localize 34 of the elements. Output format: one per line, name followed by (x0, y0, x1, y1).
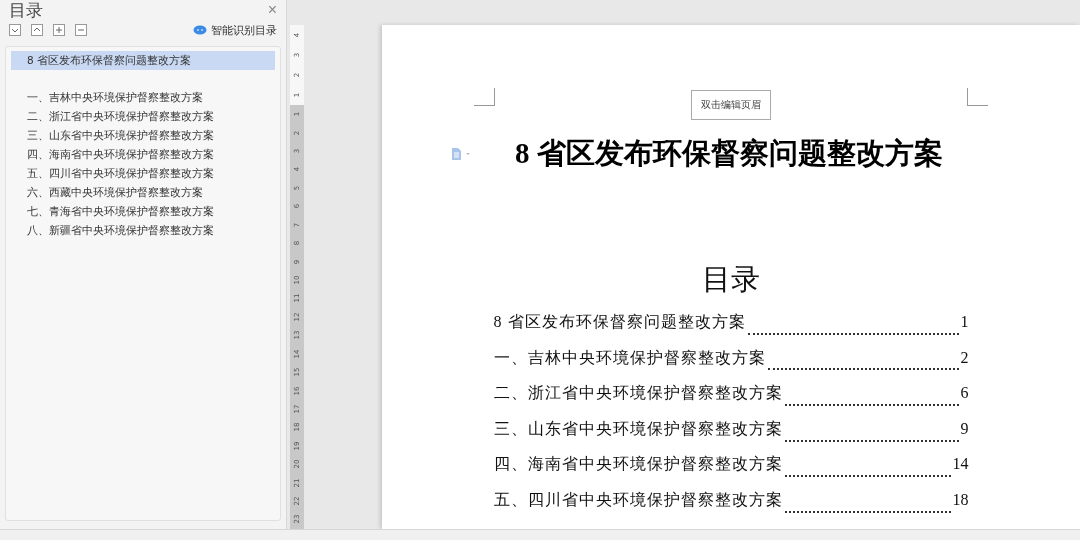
toc-entry: 三、山东省中央环境保护督察整改方案 (493, 418, 783, 439)
margin-corner-mark (474, 88, 495, 106)
smart-toc-button[interactable]: 智能识别目录 (193, 22, 277, 38)
page-number: 6 (960, 384, 969, 403)
edit-header-button[interactable]: 双击编辑页眉 (691, 90, 771, 120)
toc-entry: 一、吉林中央环境保护督察整改方案 (493, 347, 766, 368)
toc-entry: 四、海南省中央环境保护督察整改方案 (493, 454, 783, 475)
outline-item[interactable]: 三、山东省中央环境保护督察整改方案 (11, 126, 275, 145)
toc-heading: 目录 (702, 262, 760, 297)
document-icon[interactable] (451, 148, 471, 160)
panel-title: 目录 (9, 0, 43, 22)
outline-item[interactable]: 五、四川省中央环境保护督察整改方案 (11, 164, 275, 183)
page-number: 1 (960, 313, 969, 331)
outline-item[interactable]: 二、浙江省中央环境保护督察整改方案 (11, 107, 275, 126)
outline-item[interactable]: 六、西藏中央环境保护督察整改方案 (11, 183, 275, 202)
page-number: 2 (960, 348, 969, 367)
document-title: 8 省区发布环保督察问题整改方案 (515, 136, 943, 171)
minus-icon[interactable] (75, 24, 87, 36)
outline-item[interactable]: 一、吉林中央环境保护督察整改方案 (11, 88, 275, 107)
toc-entry: 二、浙江省中央环境保护督察整改方案 (493, 383, 783, 404)
outline-item[interactable]: 七、青海省中央环境保护督察整改方案 (11, 202, 275, 221)
toc-entry: 8 省区发布环保督察问题整改方案 (493, 312, 746, 332)
outline-item[interactable]: 八、新疆省中央环境保护督察整改方案 (11, 221, 275, 240)
page-number: 14 (952, 455, 969, 474)
outline-item[interactable]: 四、海南省中央环境保护督察整改方案 (11, 145, 275, 164)
plus-icon[interactable] (53, 24, 65, 36)
cloud-icon (193, 25, 207, 35)
toc-entry: 五、四川省中央环境保护督察整改方案 (493, 489, 783, 510)
chevron-down-icon[interactable] (9, 24, 21, 36)
page-number: 9 (960, 419, 969, 438)
page-number: 18 (952, 490, 969, 509)
margin-corner-mark (967, 88, 988, 106)
outline-item[interactable]: 8 省区发布环保督察问题整改方案 (11, 51, 275, 70)
chevron-up-icon[interactable] (31, 24, 43, 36)
